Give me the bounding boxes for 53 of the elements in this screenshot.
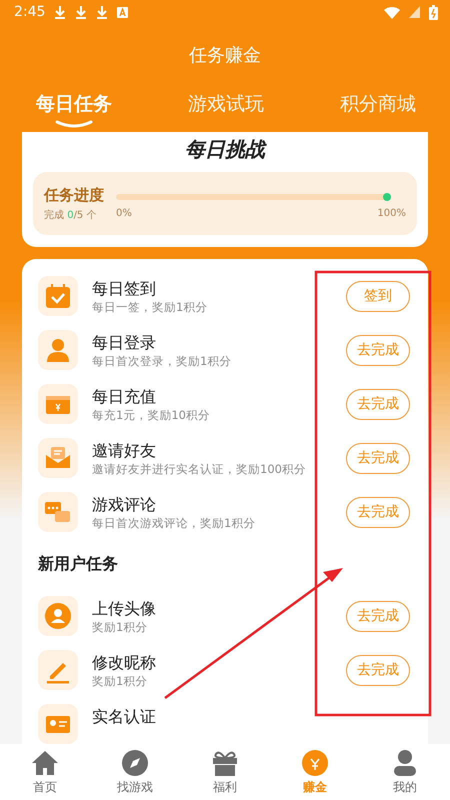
task-button[interactable]: 去完成 [346, 334, 410, 366]
download-icon [54, 5, 66, 19]
calendar-check-icon [44, 282, 72, 310]
download-icon [75, 5, 88, 19]
signal-icon [409, 6, 420, 18]
tab[interactable]: 积分商城 [340, 90, 416, 130]
task-description: 每日首次游戏评论，奖励1积分 [92, 514, 256, 530]
task-title: 每日充值 [92, 386, 157, 406]
status-time: 2:45 [14, 4, 46, 20]
progress-count: 完成 0/5 个 [44, 208, 98, 222]
task-title: 游戏评论 [92, 494, 157, 514]
curved-underline-icon [54, 120, 94, 128]
progress-end-label: 100% [377, 208, 406, 219]
task-title: 每日登录 [92, 332, 157, 352]
download-icon [96, 5, 108, 19]
page-title: 任务赚金 [188, 44, 262, 68]
task-description: 每充1元，奖励10积分 [92, 406, 211, 422]
section-title: 新用户任务 [38, 553, 119, 575]
wifi-icon [384, 6, 400, 18]
task-description: 奖励1积分 [92, 672, 148, 688]
nav-item[interactable]: 找游戏 [90, 744, 180, 800]
progress-label: 任务进度 [44, 186, 104, 204]
nav-item[interactable]: 福利 [180, 744, 270, 800]
progress-start-label: 0% [116, 208, 132, 219]
task-button[interactable]: 去完成 [346, 496, 410, 528]
task-title: 每日签到 [92, 278, 157, 298]
compass-icon [121, 748, 149, 776]
task-description: 每日一签，奖励1积分 [92, 298, 208, 314]
nav-item[interactable]: 首页 [0, 744, 90, 800]
task-title: 邀请好友 [92, 440, 157, 460]
house-icon [31, 748, 59, 776]
task-title: 上传头像 [92, 598, 157, 618]
task-description: 每日首次登录，奖励1积分 [92, 352, 232, 368]
nav-item[interactable]: 我的 [360, 744, 450, 800]
task-button[interactable]: 去完成 [346, 654, 410, 686]
task-button[interactable]: 去完成 [346, 442, 410, 474]
person-icon [44, 336, 72, 364]
person-icon [391, 748, 419, 776]
battery-icon [429, 4, 438, 20]
tab[interactable]: 每日任务 [36, 90, 112, 130]
gift-icon [211, 748, 239, 776]
task-button[interactable]: 去完成 [346, 388, 410, 420]
task-title: 修改昵称 [92, 652, 157, 672]
tab[interactable]: 游戏试玩 [188, 90, 264, 130]
nav-item[interactable]: 赚金 [270, 744, 360, 800]
task-description: 邀请好友并进行实名认证，奖励100积分 [92, 460, 307, 476]
task-button[interactable]: 去完成 [346, 600, 410, 632]
notification-icon [117, 6, 128, 18]
task-button[interactable]: 签到 [346, 280, 410, 312]
task-description: 奖励1积分 [92, 618, 148, 634]
task-title: 实名认证 [92, 706, 157, 726]
challenge-title: 每日挑战 [185, 136, 265, 162]
user-circle-icon [44, 602, 72, 630]
